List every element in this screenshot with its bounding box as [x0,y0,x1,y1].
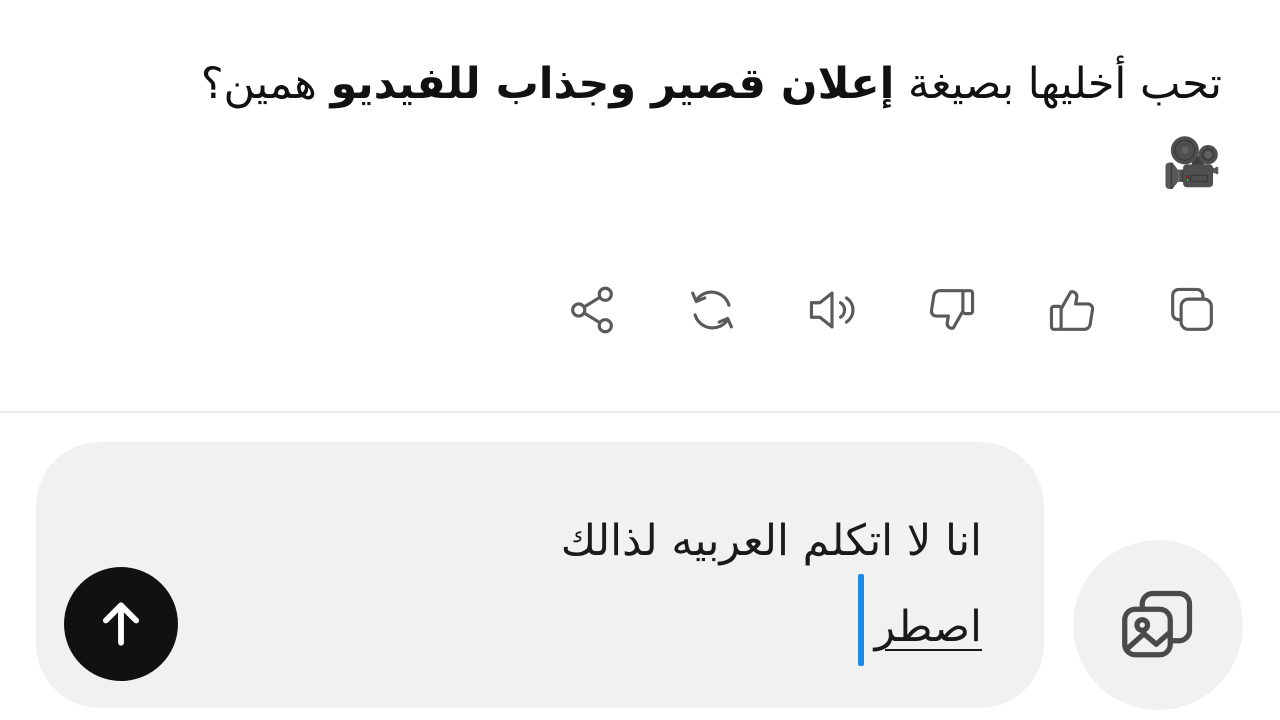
message-composer[interactable]: انا لا اتكلم العربيه لذالك اصطر [36,442,1044,708]
chat-screen: تحب أخليها بصيغة إعلان قصير وجذاب للفيدي… [0,0,1280,720]
dislike-button[interactable] [920,278,984,342]
message-actions [560,278,1224,342]
assistant-message: تحب أخليها بصيغة إعلان قصير وجذاب للفيدي… [42,46,1222,201]
copy-button[interactable] [1160,278,1224,342]
like-button[interactable] [1040,278,1104,342]
assistant-text-part2: همين؟ [200,59,331,109]
composer-line1: انا لا اتكلم العربيه لذالك [560,516,982,566]
composer-input[interactable]: انا لا اتكلم العربيه لذالك اصطر [282,498,982,670]
assistant-text-bold: إعلان قصير وجذاب للفيديو [330,59,895,109]
share-button[interactable] [560,278,624,342]
regenerate-button[interactable] [680,278,744,342]
read-aloud-button[interactable] [800,278,864,342]
speaker-icon [809,291,855,329]
assistant-text-part1: تحب أخليها بصيغة [894,59,1222,109]
image-gallery-icon [1122,590,1193,658]
thumbs-up-icon [1049,290,1095,331]
arrow-up-icon [102,602,140,646]
copy-icon [1171,287,1213,331]
text-caret [858,574,864,666]
thumbs-down-icon [929,289,975,330]
send-button[interactable] [64,567,178,681]
composer-line2: اصطر [874,602,982,652]
movie-camera-emoji: 🎥 [1162,134,1222,191]
gallery-button[interactable] [1073,540,1243,710]
refresh-icon [691,290,733,330]
divider [0,411,1280,413]
share-icon [571,286,613,334]
